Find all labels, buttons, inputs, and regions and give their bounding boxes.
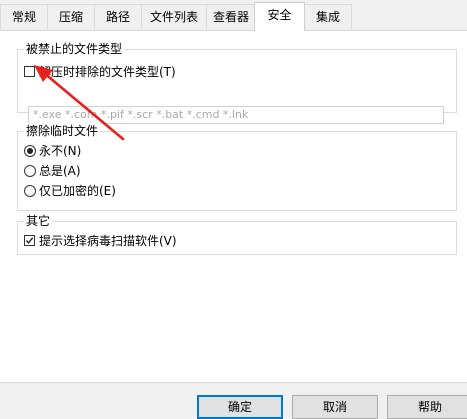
help-button[interactable]: 帮助	[387, 395, 467, 419]
cancel-button[interactable]: 取消	[292, 395, 378, 419]
radio-always-label: 总是(A)	[39, 164, 81, 178]
radio-never-label: 永不(N)	[39, 144, 82, 158]
tab-general[interactable]: 常规	[0, 4, 48, 29]
security-panel: 被禁止的文件类型 解压时排除的文件类型(T) *.exe *.com *.pif…	[0, 30, 467, 383]
tab-compression[interactable]: 压缩	[47, 4, 95, 29]
tab-strip: 常规 压缩 路径 文件列表 查看器 安全 集成	[0, 0, 467, 31]
radio-never[interactable]: 永不(N)	[24, 143, 144, 159]
other-group: 其它 提示选择病毒扫描软件(V)	[17, 213, 457, 255]
checkbox-checked-icon[interactable]	[24, 235, 35, 246]
radio-encrypted-only[interactable]: 仅已加密的(E)	[24, 183, 164, 199]
prompt-virus-scanner-checkbox[interactable]: 提示选择病毒扫描软件(V)	[24, 233, 244, 249]
tab-path[interactable]: 路径	[94, 4, 142, 29]
other-title: 其它	[24, 213, 53, 229]
exclude-on-extract-checkbox[interactable]: 解压时排除的文件类型(T)	[24, 64, 274, 80]
tab-integration[interactable]: 集成	[304, 4, 352, 29]
wipe-temp-files-group: 擦除临时文件 永不(N) 总是(A) 仅已加密的(E)	[17, 123, 457, 211]
radio-dot-icon	[27, 148, 33, 154]
blocked-file-types-group: 被禁止的文件类型 解压时排除的文件类型(T) *.exe *.com *.pif…	[17, 41, 457, 124]
tab-security[interactable]: 安全	[254, 2, 305, 31]
radio-selected-icon[interactable]	[24, 145, 36, 157]
ok-button[interactable]: 确定	[197, 395, 283, 419]
radio-encrypted-only-label: 仅已加密的(E)	[39, 184, 116, 198]
wipe-temp-files-title: 擦除临时文件	[24, 123, 101, 139]
checkbox-unchecked-icon[interactable]	[24, 66, 35, 77]
radio-unselected-icon[interactable]	[24, 185, 36, 197]
excluded-types-input[interactable]: *.exe *.com *.pif *.scr *.bat *.cmd *.ln…	[28, 106, 444, 124]
tab-viewer[interactable]: 查看器	[206, 4, 256, 29]
exclude-on-extract-label: 解压时排除的文件类型(T)	[39, 65, 176, 79]
prompt-virus-scanner-label: 提示选择病毒扫描软件(V)	[39, 234, 177, 248]
tab-file-list[interactable]: 文件列表	[141, 4, 207, 29]
radio-always[interactable]: 总是(A)	[24, 163, 144, 179]
radio-unselected-icon[interactable]	[24, 165, 36, 177]
blocked-file-types-title: 被禁止的文件类型	[24, 41, 125, 57]
